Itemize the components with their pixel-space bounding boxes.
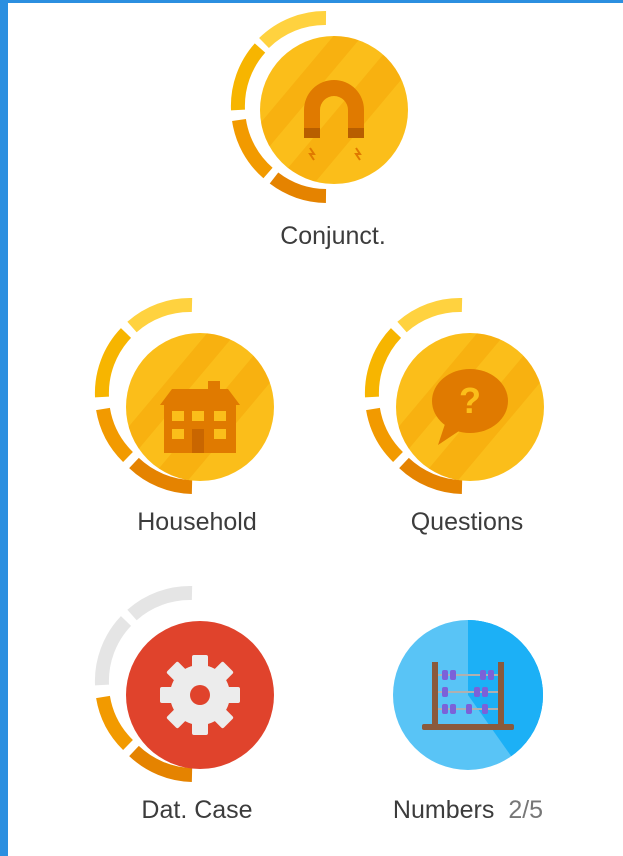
skill-dat-case-badge — [94, 585, 274, 782]
skill-household-label: Household — [137, 508, 257, 536]
skill-conjunct[interactable] — [226, 10, 416, 203]
gear-icon — [160, 655, 240, 735]
skill-conjunct-label: Conjunct. — [280, 222, 386, 250]
skill-numbers[interactable] — [388, 620, 548, 780]
skill-numbers-name: Numbers — [392, 796, 495, 824]
window-left-border — [0, 0, 8, 856]
skill-dat-case[interactable] — [88, 585, 278, 785]
skill-questions-label: Questions — [410, 508, 524, 536]
skill-numbers-level: 2/5 — [508, 796, 544, 824]
svg-text:?: ? — [459, 380, 481, 421]
window-top-border — [0, 0, 623, 3]
skill-questions-badge: ? — [364, 297, 544, 494]
skill-questions[interactable]: ? — [358, 297, 548, 497]
house-icon — [160, 381, 240, 453]
skill-household-badge — [94, 297, 274, 494]
skill-numbers-badge — [393, 620, 543, 770]
skill-numbers-label: Numbers 2/5 — [393, 796, 543, 825]
skill-dat-case-label: Dat. Case — [141, 796, 253, 824]
skill-household[interactable] — [88, 297, 278, 497]
skill-conjunct-badge — [230, 10, 408, 203]
